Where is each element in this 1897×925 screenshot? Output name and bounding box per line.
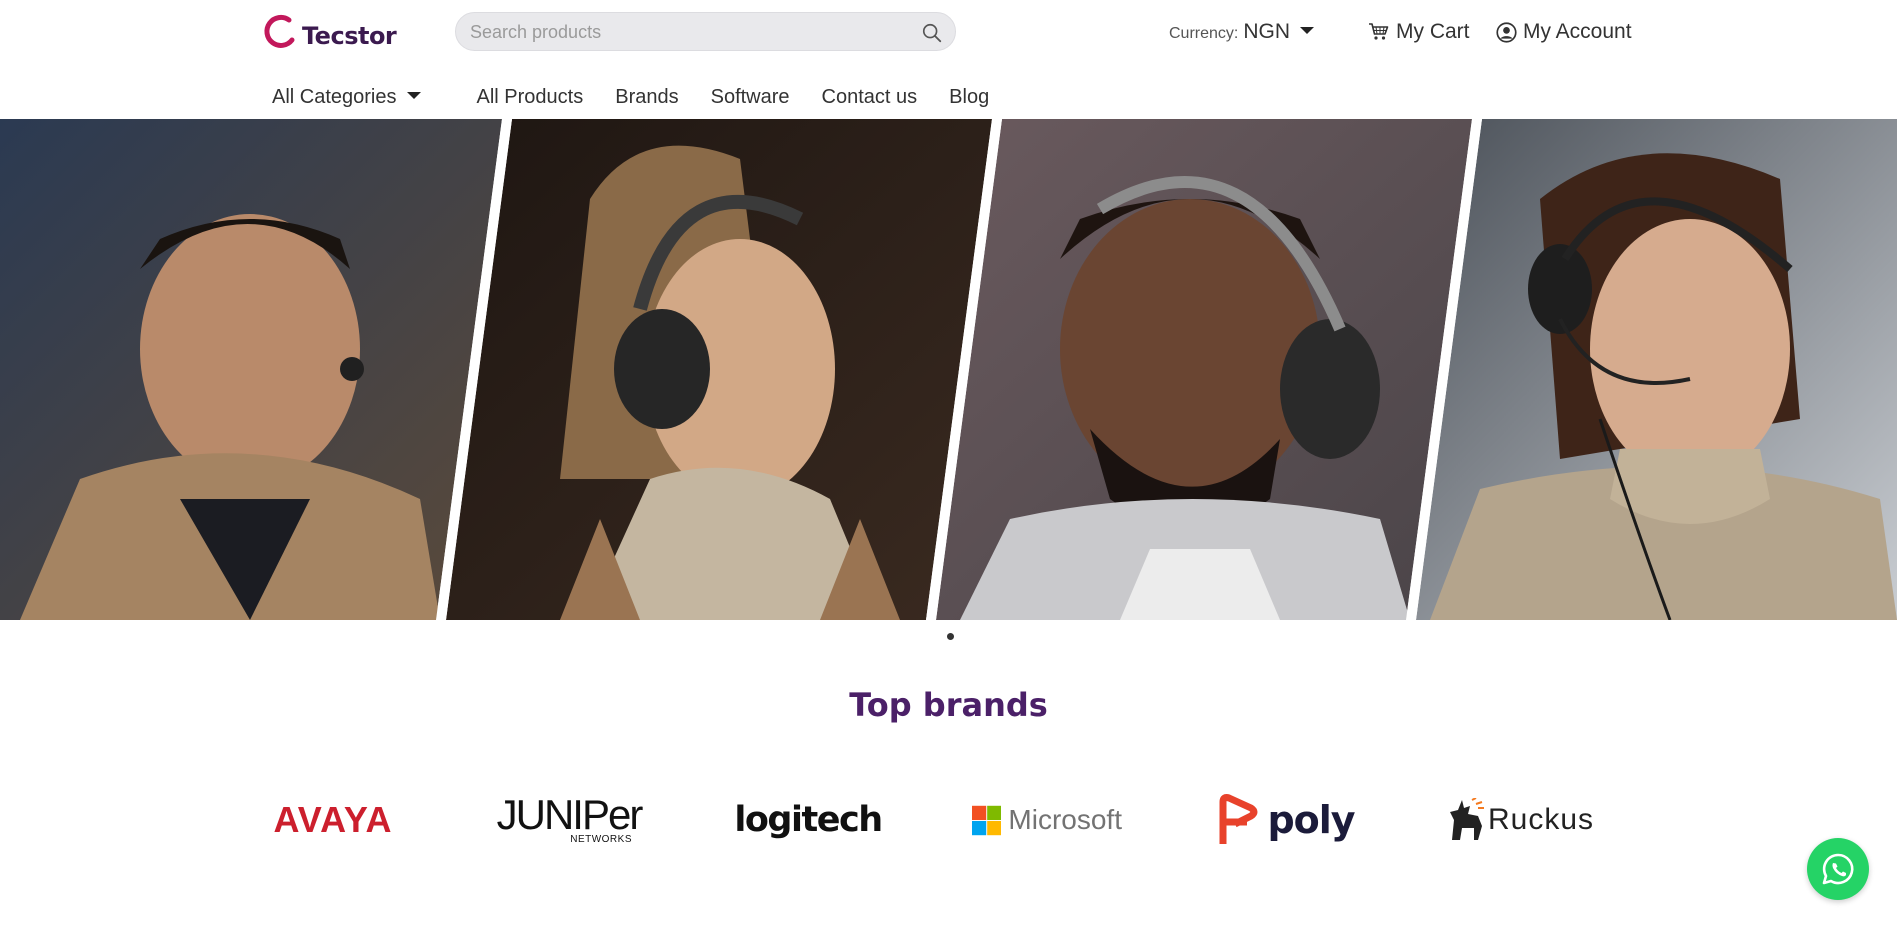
hero-panel-headphones-hoodie [936,119,1472,620]
account-link[interactable]: My Account [1496,20,1632,44]
brand-poly[interactable]: poly [1216,790,1356,850]
brand-microsoft-logo: Microsoft [1008,804,1122,835]
top-bar: Tecstor Currency: NGN My Cart My [0,0,1897,64]
logo-text: Tecstor [302,22,397,50]
search-bar [455,12,956,51]
hero-panel-headset-mic [1416,119,1897,620]
cart-label: My Cart [1396,20,1470,43]
carousel-indicator[interactable] [947,633,954,640]
nav-software[interactable]: Software [711,86,790,109]
user-circle-icon [1496,21,1517,43]
top-brands-title: Top brands [849,686,1048,724]
cart-icon [1369,23,1389,40]
brand-poly-logo: poly [1267,798,1355,842]
ruckus-dog-icon [1449,798,1484,840]
main-nav: All Categories All Products Brands Softw… [272,82,1021,112]
brand-logitech[interactable]: logitech [734,790,883,850]
search-input[interactable] [470,21,900,43]
brand-logitech-logo: logitech [734,800,883,840]
all-categories-label: All Categories [272,85,397,108]
nav-blog[interactable]: Blog [949,86,989,109]
currency-label: Currency: [1169,25,1239,42]
hero-panel-over-ear-headphones [446,119,992,620]
brand-juniper[interactable]: JUNIPer NETWORKS [494,790,644,850]
brand-juniper-sub: NETWORKS [570,833,632,845]
brand-microsoft[interactable]: Microsoft [972,790,1122,850]
poly-propeller-icon [1219,794,1258,844]
brand-ruckus[interactable]: Ruckus [1446,790,1596,850]
brand-juniper-logo: JUNIPer [496,790,644,838]
nav-all-products[interactable]: All Products [477,86,584,109]
search-icon[interactable] [921,22,943,44]
currency-value: NGN [1243,20,1291,43]
hero-banner[interactable] [0,119,1897,620]
site-logo[interactable]: Tecstor [262,12,397,50]
caret-down-icon [1300,27,1315,34]
hero-panel-earbuds [0,119,502,620]
brand-avaya[interactable]: AVAYA [268,790,398,850]
all-categories-dropdown[interactable]: All Categories [272,86,421,109]
nav-brands[interactable]: Brands [615,86,678,109]
account-label: My Account [1523,20,1632,43]
caret-down-icon [406,91,421,99]
cart-link[interactable]: My Cart [1368,20,1470,44]
whatsapp-chat-button[interactable] [1807,838,1869,900]
microsoft-logo-icon [972,805,1002,835]
whatsapp-icon [1822,853,1854,885]
brand-avaya-logo: AVAYA [273,799,393,840]
brand-ruckus-logo: Ruckus [1487,803,1595,836]
tecstor-logo-icon [264,14,295,48]
nav-contact-us[interactable]: Contact us [822,86,918,109]
currency-selector[interactable]: Currency: NGN [1169,20,1315,44]
